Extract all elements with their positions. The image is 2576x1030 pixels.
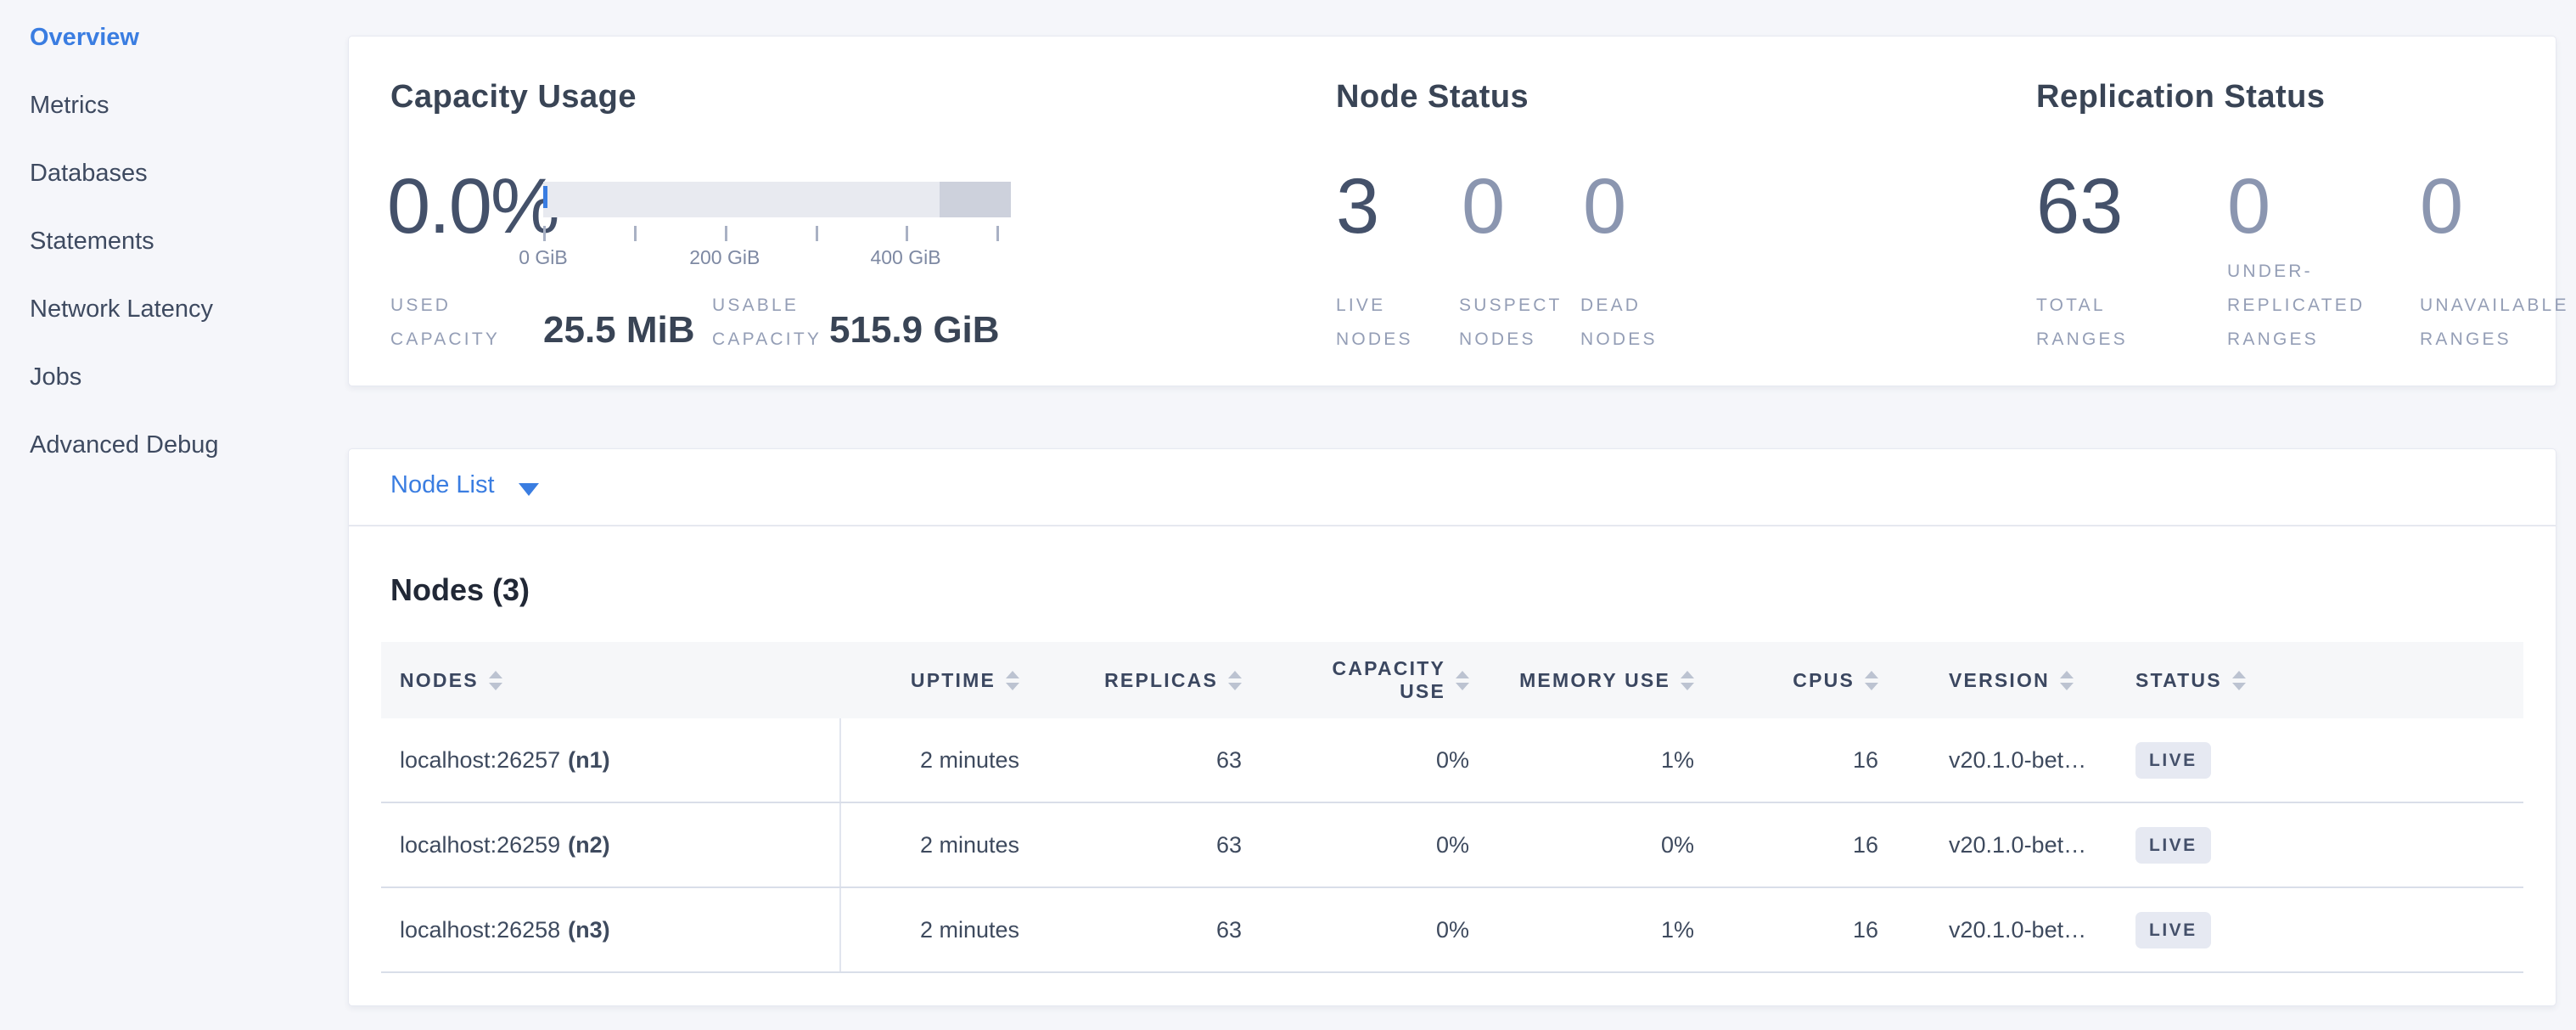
- table-row: localhost:26257(n1) 2 minutes 63 0% 1% 1…: [381, 718, 2523, 803]
- version-cell: v20.1.0-bet…: [1878, 888, 2130, 971]
- node-list-card: Node List Nodes (3) NODES UPTIME REPLICA…: [348, 448, 2556, 1006]
- gauge-tick: [725, 226, 727, 241]
- table-row: localhost:26258(n3) 2 minutes 63 0% 1% 1…: [381, 888, 2523, 973]
- sort-icon[interactable]: [1228, 671, 1242, 690]
- gauge-tick: [634, 226, 637, 241]
- gauge-tick: [816, 226, 818, 241]
- dead-nodes-count: 0: [1583, 164, 1626, 249]
- memory-use-cell: 0%: [1469, 803, 1694, 886]
- sort-icon[interactable]: [1006, 671, 1019, 690]
- replicas-cell: 63: [1019, 888, 1242, 971]
- suspect-nodes-label: SUSPECT NODES: [1459, 289, 1578, 357]
- suspect-nodes-count: 0: [1462, 164, 1505, 249]
- status-cell: LIVE: [2130, 888, 2523, 971]
- gauge-tick: [543, 226, 546, 241]
- column-header-uptime[interactable]: UPTIME: [841, 642, 1019, 718]
- sidebar-item-metrics[interactable]: Metrics: [30, 91, 318, 159]
- table-row: localhost:26259(n2) 2 minutes 63 0% 0% 1…: [381, 803, 2523, 888]
- capacity-gauge-used-marker: [543, 186, 547, 208]
- cpus-cell: 16: [1694, 803, 1878, 886]
- sidebar-item-advanced-debug[interactable]: Advanced Debug: [30, 431, 318, 498]
- node-link[interactable]: localhost:26259(n2): [381, 803, 841, 886]
- gauge-tick: [906, 226, 908, 241]
- sidebar-item-overview[interactable]: Overview: [30, 23, 318, 91]
- node-status-title: Node Status: [1336, 79, 1529, 115]
- used-capacity-label: USED CAPACITY: [390, 289, 539, 357]
- chevron-down-icon: [519, 483, 539, 496]
- status-badge: LIVE: [2135, 827, 2211, 864]
- status-badge: LIVE: [2135, 912, 2211, 948]
- status-badge: LIVE: [2135, 742, 2211, 779]
- cpus-cell: 16: [1694, 718, 1878, 802]
- replicas-cell: 63: [1019, 803, 1242, 886]
- status-cell: LIVE: [2130, 803, 2523, 886]
- capacity-usage-title: Capacity Usage: [390, 79, 637, 115]
- live-nodes-count: 3: [1336, 164, 1379, 249]
- version-cell: v20.1.0-bet…: [1878, 803, 2130, 886]
- replication-status-title: Replication Status: [2036, 79, 2326, 115]
- column-header-memory-use[interactable]: MEMORY USE: [1469, 642, 1694, 718]
- sidebar-item-network-latency[interactable]: Network Latency: [30, 295, 318, 363]
- sort-icon[interactable]: [489, 671, 502, 690]
- usable-capacity-value: 515.9 GiB: [829, 309, 1000, 352]
- nodes-table-title: Nodes (3): [390, 572, 530, 608]
- capacity-used-percent: 0.0%: [387, 164, 558, 249]
- sort-icon[interactable]: [1456, 671, 1469, 690]
- cpus-cell: 16: [1694, 888, 1878, 971]
- version-cell: v20.1.0-bet…: [1878, 718, 2130, 802]
- sort-icon[interactable]: [1681, 671, 1694, 690]
- uptime-cell: 2 minutes: [841, 888, 1019, 971]
- unavailable-ranges-count: 0: [2420, 164, 2463, 249]
- sort-icon[interactable]: [2232, 671, 2246, 690]
- nodes-table: NODES UPTIME REPLICAS CAPACITY USE MEMOR…: [381, 642, 2523, 973]
- node-list-dropdown[interactable]: Node List: [349, 449, 2556, 526]
- nodes-table-body: localhost:26257(n1) 2 minutes 63 0% 1% 1…: [381, 718, 2523, 973]
- nodes-table-header: NODES UPTIME REPLICAS CAPACITY USE MEMOR…: [381, 642, 2523, 718]
- gauge-tick: [996, 226, 999, 241]
- capacity-gauge-other-segment: [940, 182, 1011, 217]
- capacity-gauge: 0 GiB200 GiB400 GiB: [543, 182, 1011, 272]
- capacity-gauge-track: [543, 182, 1011, 217]
- node-link[interactable]: localhost:26258(n3): [381, 888, 841, 971]
- column-header-status[interactable]: STATUS: [2130, 642, 2523, 718]
- column-header-version[interactable]: VERSION: [1878, 642, 2130, 718]
- sidebar-item-databases[interactable]: Databases: [30, 159, 318, 227]
- uptime-cell: 2 minutes: [841, 803, 1019, 886]
- dead-nodes-label: DEAD NODES: [1580, 289, 1695, 357]
- sidebar-item-statements[interactable]: Statements: [30, 227, 318, 295]
- sort-icon[interactable]: [2060, 671, 2074, 690]
- gauge-tick-label: 200 GiB: [689, 246, 760, 269]
- node-list-dropdown-label: Node List: [390, 471, 495, 499]
- status-cell: LIVE: [2130, 718, 2523, 802]
- under-replicated-ranges-count: 0: [2227, 164, 2270, 249]
- column-header-nodes[interactable]: NODES: [381, 642, 841, 718]
- total-ranges-label: TOTAL RANGES: [2036, 289, 2172, 357]
- column-header-replicas[interactable]: REPLICAS: [1019, 642, 1242, 718]
- cluster-summary-card: Capacity Usage 0.0% 0 GiB200 GiB400 GiB …: [348, 36, 2556, 386]
- capacity-gauge-ticks: [543, 226, 1011, 245]
- column-header-cpus[interactable]: CPUS: [1694, 642, 1878, 718]
- sidebar: Overview Metrics Databases Statements Ne…: [30, 23, 318, 498]
- uptime-cell: 2 minutes: [841, 718, 1019, 802]
- total-ranges-count: 63: [2036, 164, 2123, 249]
- live-nodes-label: LIVE NODES: [1336, 289, 1451, 357]
- memory-use-cell: 1%: [1469, 888, 1694, 971]
- gauge-tick-label: 400 GiB: [870, 246, 940, 269]
- capacity-use-cell: 0%: [1242, 718, 1469, 802]
- column-header-capacity-use[interactable]: CAPACITY USE: [1242, 642, 1469, 718]
- unavailable-ranges-label: UNAVAILABLE RANGES: [2420, 289, 2576, 357]
- sort-icon[interactable]: [1865, 671, 1878, 690]
- capacity-gauge-labels: 0 GiB200 GiB400 GiB: [543, 246, 1011, 272]
- node-link[interactable]: localhost:26257(n1): [381, 718, 841, 802]
- used-capacity-value: 25.5 MiB: [543, 309, 695, 352]
- sidebar-item-jobs[interactable]: Jobs: [30, 363, 318, 431]
- replicas-cell: 63: [1019, 718, 1242, 802]
- memory-use-cell: 1%: [1469, 718, 1694, 802]
- under-replicated-ranges-label: UNDER-REPLICATED RANGES: [2227, 255, 2410, 357]
- capacity-use-cell: 0%: [1242, 803, 1469, 886]
- gauge-tick-label: 0 GiB: [519, 246, 568, 269]
- capacity-use-cell: 0%: [1242, 888, 1469, 971]
